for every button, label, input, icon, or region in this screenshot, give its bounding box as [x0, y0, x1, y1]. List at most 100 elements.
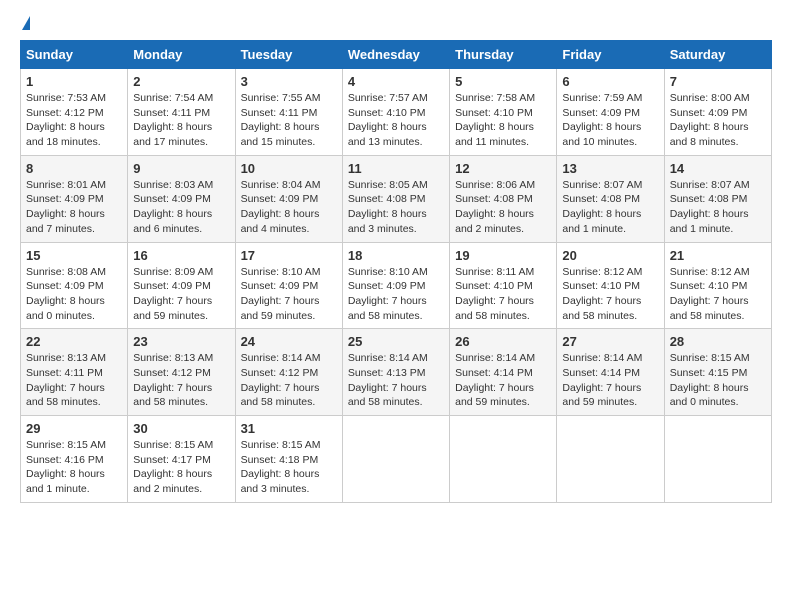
calendar-empty-cell: [342, 416, 449, 503]
day-number: 11: [348, 161, 444, 176]
calendar-day-cell: 7 Sunrise: 8:00 AMSunset: 4:09 PMDaylight…: [664, 69, 771, 156]
calendar-day-cell: 31 Sunrise: 8:15 AMSunset: 4:18 PMDayligh…: [235, 416, 342, 503]
calendar-day-cell: 3Sunrise: 7:55 AMSunset: 4:11 PMDaylight…: [235, 69, 342, 156]
calendar-header-tuesday: Tuesday: [235, 41, 342, 69]
day-number: 4: [348, 74, 444, 89]
calendar-header-wednesday: Wednesday: [342, 41, 449, 69]
day-number: 5: [455, 74, 551, 89]
header: [20, 16, 772, 30]
day-number: 26: [455, 334, 551, 349]
day-number: 14: [670, 161, 766, 176]
calendar-day-cell: 21 Sunrise: 8:12 AMSunset: 4:10 PMDayligh…: [664, 242, 771, 329]
calendar-day-cell: 13Sunrise: 8:07 AMSunset: 4:08 PMDayligh…: [557, 155, 664, 242]
day-info: Sunrise: 7:54 AMSunset: 4:11 PMDaylight:…: [133, 91, 229, 150]
calendar-day-cell: 16 Sunrise: 8:09 AMSunset: 4:09 PMDayligh…: [128, 242, 235, 329]
day-info: Sunrise: 8:05 AMSunset: 4:08 PMDaylight:…: [348, 178, 444, 237]
calendar-day-cell: 15 Sunrise: 8:08 AMSunset: 4:09 PMDayligh…: [21, 242, 128, 329]
day-info: Sunrise: 8:14 AMSunset: 4:14 PMDaylight:…: [455, 351, 551, 410]
day-info: Sunrise: 8:01 AMSunset: 4:09 PMDaylight:…: [26, 178, 122, 237]
calendar-day-cell: 14 Sunrise: 8:07 AMSunset: 4:08 PMDayligh…: [664, 155, 771, 242]
calendar-day-cell: 23 Sunrise: 8:13 AMSunset: 4:12 PMDayligh…: [128, 329, 235, 416]
day-info: Sunrise: 8:14 AMSunset: 4:12 PMDaylight:…: [241, 351, 337, 410]
day-info: Sunrise: 8:07 AMSunset: 4:08 PMDaylight:…: [562, 178, 658, 237]
day-info: Sunrise: 8:11 AMSunset: 4:10 PMDaylight:…: [455, 265, 551, 324]
day-number: 12: [455, 161, 551, 176]
day-info: Sunrise: 8:03 AMSunset: 4:09 PMDaylight:…: [133, 178, 229, 237]
day-info: Sunrise: 8:14 AMSunset: 4:14 PMDaylight:…: [562, 351, 658, 410]
calendar-day-cell: 22Sunrise: 8:13 AMSunset: 4:11 PMDayligh…: [21, 329, 128, 416]
calendar-header-friday: Friday: [557, 41, 664, 69]
day-number: 6: [562, 74, 658, 89]
day-info: Sunrise: 7:59 AMSunset: 4:09 PMDaylight:…: [562, 91, 658, 150]
day-number: 9: [133, 161, 229, 176]
day-number: 24: [241, 334, 337, 349]
day-number: 28: [670, 334, 766, 349]
day-number: 17: [241, 248, 337, 263]
day-info: Sunrise: 8:15 AMSunset: 4:17 PMDaylight:…: [133, 438, 229, 497]
day-info: Sunrise: 8:13 AMSunset: 4:12 PMDaylight:…: [133, 351, 229, 410]
day-number: 21: [670, 248, 766, 263]
day-info: Sunrise: 8:13 AMSunset: 4:11 PMDaylight:…: [26, 351, 122, 410]
day-info: Sunrise: 8:10 AMSunset: 4:09 PMDaylight:…: [241, 265, 337, 324]
day-number: 15: [26, 248, 122, 263]
calendar-day-cell: 12 Sunrise: 8:06 AMSunset: 4:08 PMDayligh…: [450, 155, 557, 242]
calendar-day-cell: 10 Sunrise: 8:04 AMSunset: 4:09 PMDayligh…: [235, 155, 342, 242]
calendar-empty-cell: [557, 416, 664, 503]
calendar-day-cell: 25 Sunrise: 8:14 AMSunset: 4:13 PMDayligh…: [342, 329, 449, 416]
calendar-day-cell: 6 Sunrise: 7:59 AMSunset: 4:09 PMDaylight…: [557, 69, 664, 156]
calendar-day-cell: 8Sunrise: 8:01 AMSunset: 4:09 PMDaylight…: [21, 155, 128, 242]
day-number: 7: [670, 74, 766, 89]
calendar-day-cell: 11 Sunrise: 8:05 AMSunset: 4:08 PMDayligh…: [342, 155, 449, 242]
calendar-empty-cell: [450, 416, 557, 503]
day-number: 29: [26, 421, 122, 436]
calendar-table: SundayMondayTuesdayWednesdayThursdayFrid…: [20, 40, 772, 503]
calendar-day-cell: 29 Sunrise: 8:15 AMSunset: 4:16 PMDayligh…: [21, 416, 128, 503]
day-number: 25: [348, 334, 444, 349]
day-number: 18: [348, 248, 444, 263]
day-info: Sunrise: 8:15 AMSunset: 4:15 PMDaylight:…: [670, 351, 766, 410]
calendar-day-cell: 17 Sunrise: 8:10 AMSunset: 4:09 PMDayligh…: [235, 242, 342, 329]
day-info: Sunrise: 8:15 AMSunset: 4:18 PMDaylight:…: [241, 438, 337, 497]
day-info: Sunrise: 8:12 AMSunset: 4:10 PMDaylight:…: [562, 265, 658, 324]
calendar-header-thursday: Thursday: [450, 41, 557, 69]
day-number: 10: [241, 161, 337, 176]
day-info: Sunrise: 7:57 AMSunset: 4:10 PMDaylight:…: [348, 91, 444, 150]
calendar-day-cell: 28 Sunrise: 8:15 AMSunset: 4:15 PMDayligh…: [664, 329, 771, 416]
day-info: Sunrise: 8:12 AMSunset: 4:10 PMDaylight:…: [670, 265, 766, 324]
calendar-header-monday: Monday: [128, 41, 235, 69]
day-number: 31: [241, 421, 337, 436]
calendar-empty-cell: [664, 416, 771, 503]
day-number: 2: [133, 74, 229, 89]
calendar-day-cell: 18Sunrise: 8:10 AMSunset: 4:09 PMDayligh…: [342, 242, 449, 329]
day-number: 23: [133, 334, 229, 349]
calendar-header-row: SundayMondayTuesdayWednesdayThursdayFrid…: [21, 41, 772, 69]
day-info: Sunrise: 8:14 AMSunset: 4:13 PMDaylight:…: [348, 351, 444, 410]
day-info: Sunrise: 8:07 AMSunset: 4:08 PMDaylight:…: [670, 178, 766, 237]
day-number: 30: [133, 421, 229, 436]
day-info: Sunrise: 8:15 AMSunset: 4:16 PMDaylight:…: [26, 438, 122, 497]
calendar-day-cell: 27Sunrise: 8:14 AMSunset: 4:14 PMDayligh…: [557, 329, 664, 416]
calendar-day-cell: 1Sunrise: 7:53 AMSunset: 4:12 PMDaylight…: [21, 69, 128, 156]
calendar-header-sunday: Sunday: [21, 41, 128, 69]
day-number: 1: [26, 74, 122, 89]
calendar-day-cell: 4 Sunrise: 7:57 AMSunset: 4:10 PMDaylight…: [342, 69, 449, 156]
calendar-week-row: 8Sunrise: 8:01 AMSunset: 4:09 PMDaylight…: [21, 155, 772, 242]
calendar-week-row: 29 Sunrise: 8:15 AMSunset: 4:16 PMDayligh…: [21, 416, 772, 503]
day-info: Sunrise: 8:08 AMSunset: 4:09 PMDaylight:…: [26, 265, 122, 324]
day-info: Sunrise: 7:58 AMSunset: 4:10 PMDaylight:…: [455, 91, 551, 150]
day-info: Sunrise: 8:00 AMSunset: 4:09 PMDaylight:…: [670, 91, 766, 150]
day-info: Sunrise: 8:04 AMSunset: 4:09 PMDaylight:…: [241, 178, 337, 237]
day-number: 20: [562, 248, 658, 263]
calendar-day-cell: 20 Sunrise: 8:12 AMSunset: 4:10 PMDayligh…: [557, 242, 664, 329]
logo-triangle-icon: [22, 16, 30, 30]
calendar-header-saturday: Saturday: [664, 41, 771, 69]
day-info: Sunrise: 7:55 AMSunset: 4:11 PMDaylight:…: [241, 91, 337, 150]
calendar-day-cell: 26 Sunrise: 8:14 AMSunset: 4:14 PMDayligh…: [450, 329, 557, 416]
day-number: 16: [133, 248, 229, 263]
day-info: Sunrise: 8:06 AMSunset: 4:08 PMDaylight:…: [455, 178, 551, 237]
day-info: Sunrise: 8:09 AMSunset: 4:09 PMDaylight:…: [133, 265, 229, 324]
calendar-week-row: 15 Sunrise: 8:08 AMSunset: 4:09 PMDayligh…: [21, 242, 772, 329]
calendar-day-cell: 9 Sunrise: 8:03 AMSunset: 4:09 PMDaylight…: [128, 155, 235, 242]
calendar-week-row: 1Sunrise: 7:53 AMSunset: 4:12 PMDaylight…: [21, 69, 772, 156]
calendar-day-cell: 30 Sunrise: 8:15 AMSunset: 4:17 PMDayligh…: [128, 416, 235, 503]
